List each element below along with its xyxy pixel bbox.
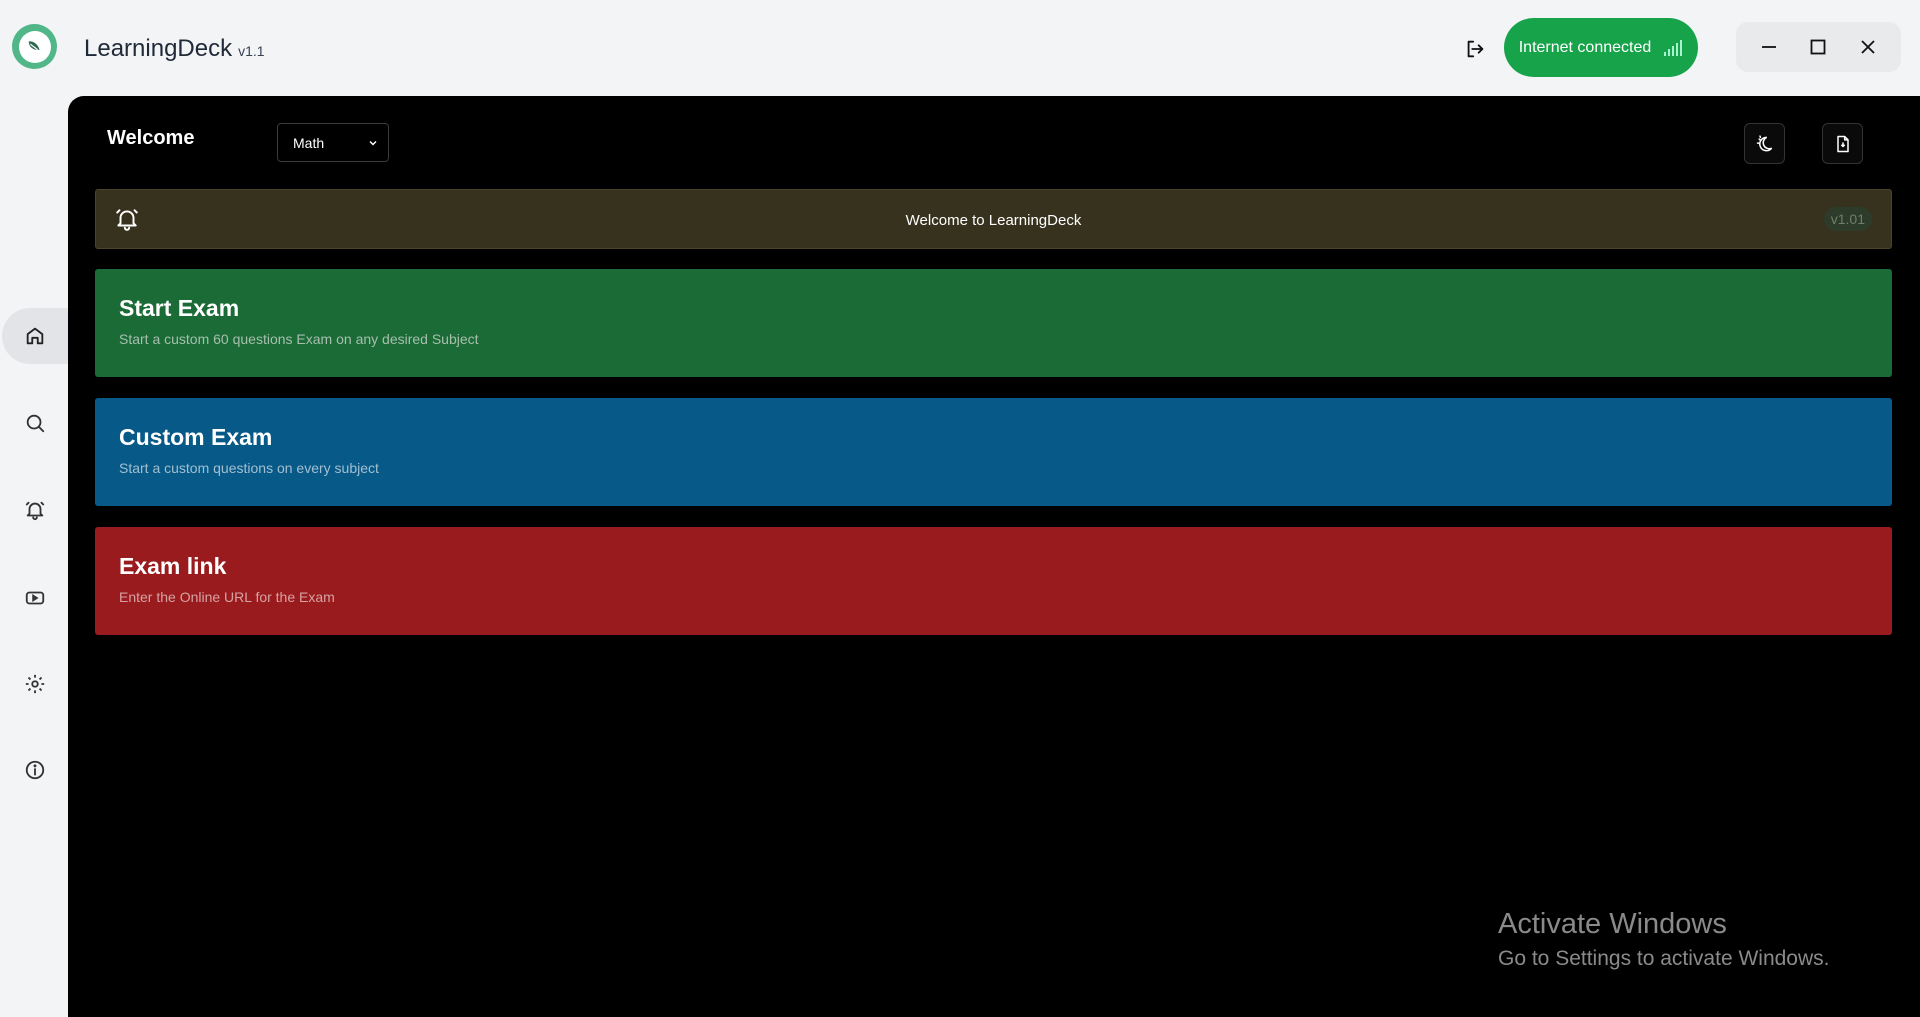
app-name: LearningDeck bbox=[84, 35, 233, 62]
file-button[interactable] bbox=[1822, 123, 1863, 164]
signal-bars-icon bbox=[1664, 39, 1683, 56]
card-description: Start a custom 60 questions Exam on any … bbox=[119, 331, 479, 347]
activate-windows-watermark: Activate Windows Go to Settings to activ… bbox=[1498, 908, 1830, 971]
close-icon bbox=[1861, 40, 1875, 54]
app-logo bbox=[12, 24, 57, 69]
search-icon bbox=[26, 414, 45, 433]
window-controls bbox=[1736, 22, 1901, 72]
chevron-down-icon bbox=[369, 140, 377, 146]
internet-status-text: Internet connected bbox=[1518, 38, 1652, 56]
start-exam-card[interactable]: Start Exam Start a custom 60 questions E… bbox=[95, 269, 1892, 377]
maximize-button[interactable] bbox=[1798, 27, 1838, 67]
logout-button[interactable] bbox=[1460, 34, 1490, 64]
app-version: v1.1 bbox=[238, 43, 265, 59]
card-title: Start Exam bbox=[119, 295, 240, 321]
theme-toggle-button[interactable] bbox=[1744, 123, 1785, 164]
card-title: Exam link bbox=[119, 553, 227, 579]
info-icon bbox=[25, 760, 45, 780]
notice-text: Welcome to LearningDeck bbox=[905, 212, 1082, 229]
sidebar-item-settings[interactable] bbox=[2, 656, 68, 712]
page-title: Welcome bbox=[107, 127, 195, 149]
internet-status-badge: Internet connected bbox=[1504, 18, 1698, 77]
theme-toggle-icon bbox=[1756, 134, 1772, 151]
sidebar-item-info[interactable] bbox=[2, 742, 68, 798]
subject-select[interactable]: Math bbox=[277, 123, 389, 162]
minimize-icon bbox=[1761, 46, 1776, 48]
sidebar bbox=[0, 96, 68, 1017]
main-panel: Welcome Math Welcome to LearningDeck v1.… bbox=[68, 96, 1920, 1017]
notice-banner: Welcome to LearningDeck v1.01 bbox=[95, 189, 1892, 249]
logout-icon bbox=[1467, 40, 1484, 58]
home-icon bbox=[26, 327, 44, 345]
card-title: Custom Exam bbox=[119, 424, 273, 450]
gear-icon bbox=[25, 674, 45, 694]
sidebar-item-home[interactable] bbox=[2, 308, 68, 364]
leaf-icon bbox=[28, 40, 40, 50]
minimize-button[interactable] bbox=[1749, 27, 1789, 67]
sidebar-item-notifications[interactable] bbox=[2, 482, 68, 538]
card-description: Enter the Online URL for the Exam bbox=[119, 589, 335, 605]
watermark-subtitle: Go to Settings to activate Windows. bbox=[1498, 947, 1830, 970]
card-description: Start a custom questions on every subjec… bbox=[119, 460, 379, 476]
file-icon bbox=[1836, 135, 1849, 152]
version-badge: v1.01 bbox=[1823, 207, 1872, 231]
bell-icon bbox=[25, 501, 45, 521]
custom-exam-card[interactable]: Custom Exam Start a custom questions on … bbox=[95, 398, 1892, 506]
app-title: LearningDeck v1.1 bbox=[84, 35, 265, 63]
watermark-title: Activate Windows bbox=[1498, 908, 1727, 940]
youtube-icon bbox=[25, 591, 45, 605]
title-bar: LearningDeck v1.1 Internet connected bbox=[0, 0, 1920, 96]
sidebar-item-videos[interactable] bbox=[2, 570, 68, 626]
sidebar-item-search[interactable] bbox=[2, 395, 68, 451]
close-button[interactable] bbox=[1848, 27, 1888, 67]
maximize-icon bbox=[1811, 39, 1826, 55]
subject-select-value: Math bbox=[293, 134, 325, 151]
exam-link-card[interactable]: Exam link Enter the Online URL for the E… bbox=[95, 527, 1892, 635]
